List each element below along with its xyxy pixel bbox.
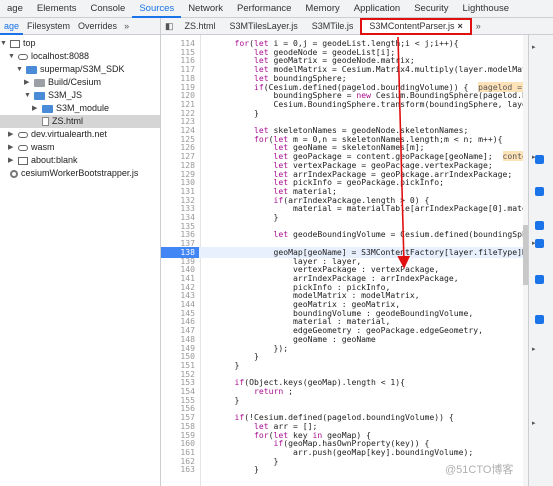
navigator-tabs: age Filesystem Overrides» [0, 17, 161, 35]
tree-item-label: top [23, 38, 36, 48]
tree-item-label: wasm [31, 142, 55, 152]
tree-item-label: supermap/S3M_SDK [40, 64, 125, 74]
collapse-caret-icon[interactable]: ▶ [8, 154, 15, 167]
line-number[interactable]: 163 [165, 464, 195, 476]
file-tabs-more-icon[interactable]: » [472, 21, 485, 31]
sidebar-row[interactable]: ▸ [529, 419, 553, 431]
navigator-more-icon[interactable]: » [121, 21, 132, 31]
cloud-icon [18, 53, 28, 60]
sources-toolbar: age Filesystem Overrides» ◧ ZS.html S3MTiles… [0, 17, 553, 35]
close-tab-icon[interactable]: × [457, 18, 462, 35]
top-tab-age[interactable]: age [0, 0, 30, 18]
tree-item[interactable]: ▶ dev.virtualearth.net [8, 128, 107, 141]
file-tab-label: S3MTile.js [311, 20, 354, 31]
tree-item-label: localhost:8088 [31, 51, 90, 61]
gear-icon [10, 169, 18, 178]
tree-item-label: Build/Cesium [48, 77, 102, 87]
folder-icon [34, 78, 45, 87]
navigator-tab-filesystem[interactable]: Filesystem [23, 18, 74, 35]
sidebar-row[interactable] [529, 125, 553, 137]
toggle-navigator-icon[interactable]: ◧ [161, 21, 178, 32]
navigator-tab-overrides[interactable]: Overrides [74, 18, 121, 35]
top-tab-network[interactable]: Network [181, 0, 230, 18]
tree-item[interactable]: ▶ about:blank [8, 154, 78, 167]
editor-file-tabs: ◧ ZS.html S3MTilesLayer.js S3MTile.js S3MCon… [161, 17, 553, 35]
tree-item[interactable]: ▼ localhost:8088 [8, 50, 89, 63]
file-tab-s3mtile-js[interactable]: S3MTile.js [305, 18, 361, 35]
code-editor[interactable]: 114 for(let i = 0,j = geodeList.length;i… [161, 35, 528, 486]
devtools-main-tabs: age Elements Console Sources Network Performa… [0, 0, 553, 18]
file-tab-s3mcontentparser-js[interactable]: S3MContentParser.js × [360, 17, 472, 35]
file-tab-label: ZS.html [184, 20, 216, 31]
tree-item-label: cesiumWorkerBootstrapper.js [21, 168, 139, 178]
tree-item[interactable]: cesiumWorkerBootstrapper.js [0, 167, 138, 180]
file-tab-zs-html[interactable]: ZS.html [178, 18, 223, 35]
breakpoint-checkbox[interactable] [535, 239, 544, 248]
breakpoint-checkbox[interactable] [535, 315, 544, 324]
collapse-caret-icon[interactable]: ▶ [24, 76, 31, 89]
tree-item[interactable]: ▼ supermap/S3M_SDK [16, 63, 125, 76]
navigator-tab-age[interactable]: age [0, 18, 24, 35]
breakpoint-checkbox[interactable] [535, 187, 544, 196]
collapse-caret-icon[interactable]: ▶ [8, 128, 15, 141]
tree-item[interactable]: ▶ S3M_module [32, 102, 109, 115]
tree-item-label: S3M_module [56, 103, 110, 113]
expand-caret-icon[interactable]: ▼ [8, 50, 15, 63]
top-tab-lighthouse[interactable]: Lighthouse [456, 0, 516, 18]
code-text: } [215, 464, 259, 475]
expand-caret-icon[interactable]: ▼ [24, 89, 31, 102]
breakpoint-checkbox[interactable] [535, 221, 544, 230]
sidebar-row[interactable] [529, 85, 553, 97]
watermark: @51CTO博客 [445, 464, 514, 476]
top-tab-console[interactable]: Console [83, 0, 132, 18]
file-icon [42, 117, 49, 126]
folder-icon [26, 65, 37, 74]
file-tab-s3mtileslayer-js[interactable]: S3MTilesLayer.js [223, 18, 305, 35]
file-tab-label: S3MTilesLayer.js [229, 20, 298, 31]
tree-item[interactable]: ▶ wasm [8, 141, 55, 154]
top-tab-performance[interactable]: Performance [230, 0, 298, 18]
tree-item[interactable]: ZS.html [0, 115, 160, 128]
sidebar-row[interactable] [529, 445, 553, 457]
top-tab-memory[interactable]: Memory [298, 0, 346, 18]
tree-item-label: about:blank [31, 155, 78, 165]
sidebar-row[interactable]: ▸ [529, 345, 553, 357]
tree-item-label: dev.virtualearth.net [31, 129, 107, 139]
expand-caret-icon[interactable]: ▼ [16, 63, 23, 76]
breakpoint-checkbox[interactable] [535, 275, 544, 284]
cloud-icon [18, 131, 28, 138]
sidebar-row[interactable] [529, 475, 553, 486]
tree-item-label: ZS.html [52, 116, 84, 126]
top-tab-elements[interactable]: Elements [30, 0, 84, 18]
sidebar-row[interactable] [529, 387, 553, 399]
sidebar-row[interactable]: ▸ [529, 43, 553, 55]
file-navigator: ▼ top ▼ localhost:8088 ▼ supermap/S3M_SDK ▶ Bui… [0, 35, 161, 486]
folder-icon [34, 91, 45, 100]
top-tab-security[interactable]: Security [407, 0, 455, 18]
top-tab-application[interactable]: Application [347, 0, 407, 18]
expand-caret-icon[interactable]: ▼ [0, 37, 7, 50]
top-tab-sources[interactable]: Sources [132, 0, 182, 18]
breakpoint-checkbox[interactable] [535, 155, 544, 164]
collapse-caret-icon[interactable]: ▶ [32, 102, 39, 115]
file-tab-label: S3MContentParser.js [369, 20, 455, 31]
cloud-icon [18, 144, 28, 151]
tree-item[interactable]: ▼ S3M_JS [24, 89, 82, 102]
frame-icon [18, 156, 28, 165]
collapse-caret-icon[interactable]: ▶ [8, 141, 15, 154]
tree-item-label: S3M_JS [48, 90, 83, 100]
folder-icon [42, 104, 53, 113]
tree-item[interactable]: ▶ Build/Cesium [24, 76, 101, 89]
debugger-sidebar: ▸ ▸ ▸ ▸ ▸ [528, 35, 553, 486]
sidebar-row[interactable] [529, 369, 553, 381]
tree-item[interactable]: ▼ top [0, 37, 36, 50]
frame-icon [10, 39, 20, 48]
